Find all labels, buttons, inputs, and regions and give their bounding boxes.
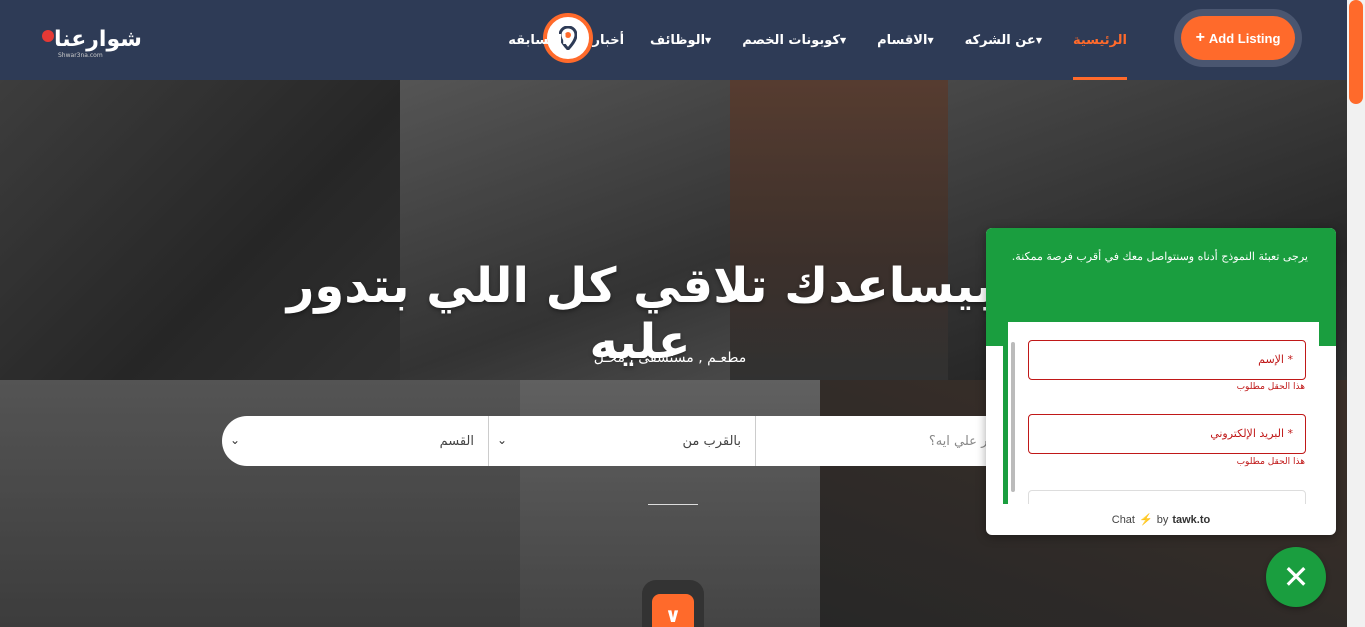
close-icon: ✕ xyxy=(1282,558,1310,596)
nav-item-2[interactable]: الاقسام ▼ xyxy=(877,0,938,80)
page-scrollbar-thumb[interactable] xyxy=(1349,0,1363,104)
email-error: هذا الحقل مطلوب xyxy=(1236,457,1305,467)
search-input[interactable]: بتدور علي ايه؟ xyxy=(755,416,1022,466)
nav-item-4[interactable]: الوظائف ▼ xyxy=(650,0,716,80)
email-field-label: * البريد الإلكتروني xyxy=(1210,427,1293,440)
email-field[interactable]: * البريد الإلكتروني xyxy=(1028,414,1306,454)
nav-item-0[interactable]: الرئيسية xyxy=(1072,0,1128,80)
nav-item-label: المسابقه xyxy=(508,32,567,48)
chevron-down-icon: ⌄ xyxy=(497,433,508,447)
chat-message: يرجى تعبئة النموذج أدناه وسنتواصل معك في… xyxy=(1011,250,1308,263)
nav-item-label: كوبونات الخصم xyxy=(742,32,840,48)
name-field-label: * الإسم xyxy=(1258,353,1293,366)
near-label: بالقرب من xyxy=(682,433,741,449)
search-bar: بتدور علي ايه؟ بالقرب من ⌄ القسم ⌄ xyxy=(222,416,1022,466)
nav-item-label: الاقسام xyxy=(877,32,928,48)
chat-footer-by: by xyxy=(1156,513,1169,526)
site-header: شوارعنا Shwar3na.com الرئيسية عن الشركه ▼ ا… xyxy=(0,0,1347,80)
chat-scrollbar[interactable] xyxy=(1011,342,1015,492)
logo-text: شوارعنا xyxy=(54,27,142,52)
close-chat-button[interactable]: ✕ xyxy=(1266,547,1326,607)
caret-down-icon: ▼ xyxy=(1035,35,1042,45)
tawk-brand: tawk.to xyxy=(1172,513,1211,526)
name-field[interactable]: * الإسم xyxy=(1028,340,1306,380)
category-label: القسم xyxy=(439,433,474,449)
name-error: هذا الحقل مطلوب xyxy=(1236,382,1305,392)
nav-item-label: عن الشركه xyxy=(964,32,1036,48)
chevron-down-icon: ⌄ xyxy=(230,433,241,447)
chat-footer[interactable]: Chat ⚡ by tawk.to xyxy=(986,504,1336,535)
add-listing-button[interactable]: + Add Listing xyxy=(1181,16,1295,60)
nav-item-label: أخبار xyxy=(592,32,625,48)
category-select[interactable]: القسم ⌄ xyxy=(222,416,488,466)
chat-widget: يرجى تعبئة النموذج أدناه وسنتواصل معك في… xyxy=(986,228,1336,535)
caret-down-icon: ▼ xyxy=(840,35,847,45)
caret-down-icon: ▼ xyxy=(927,35,934,45)
hero-subtitle: مطعـم , مستشفى , محـل xyxy=(593,350,747,366)
chat-footer-label: Chat xyxy=(1111,513,1135,526)
add-listing-label: Add Listing xyxy=(1208,30,1281,46)
logo-mark-icon xyxy=(42,30,54,42)
nav-item-3[interactable]: كوبونات الخصم ▼ xyxy=(742,0,851,80)
hero-divider xyxy=(648,504,698,505)
nav-item-1[interactable]: عن الشركه ▼ xyxy=(965,0,1047,80)
nav-item-label: الوظائف xyxy=(650,32,706,48)
message-field[interactable] xyxy=(1028,490,1306,504)
main-nav: الرئيسية عن الشركه ▼ الاقسام ▼ كوبونات الخصم ▼… xyxy=(482,0,1128,80)
logo-subtext: Shwar3na.com xyxy=(58,52,103,59)
nav-item-5[interactable]: أخبار xyxy=(593,0,625,80)
site-logo[interactable]: شوارعنا Shwar3na.com xyxy=(40,24,142,59)
plus-icon: + xyxy=(1195,29,1205,46)
lightning-icon: ⚡ xyxy=(1139,514,1153,526)
add-listing-wrap: + Add Listing xyxy=(1174,9,1302,67)
chat-form: * الإسم هذا الحقل مطلوب * البريد الإلكتر… xyxy=(1003,322,1319,504)
nav-item-6[interactable]: المسابقه xyxy=(508,0,566,80)
caret-down-icon: ▼ xyxy=(705,35,712,45)
nav-item-label: الرئيسية xyxy=(1072,32,1127,48)
page-scrollbar[interactable] xyxy=(1347,0,1365,627)
scroll-down-button[interactable]: ∨ xyxy=(642,580,704,627)
near-select[interactable]: بالقرب من ⌄ xyxy=(488,416,755,466)
double-chevron-down-icon: ∨ xyxy=(652,594,694,627)
